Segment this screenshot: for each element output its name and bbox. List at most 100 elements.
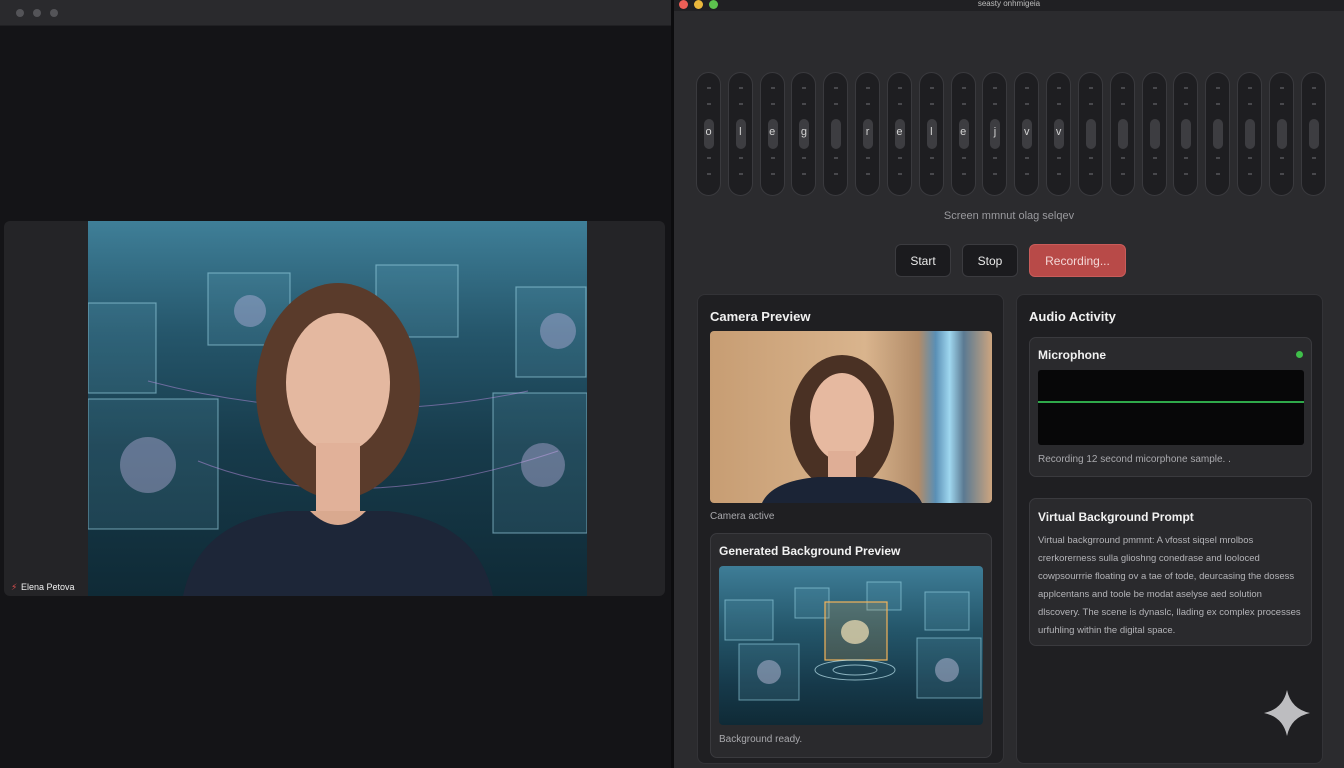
participant-name: Elena Petova	[21, 582, 75, 592]
window-minimize-control[interactable]	[33, 8, 41, 17]
slider-tick	[738, 157, 743, 159]
slider-tick	[1311, 103, 1316, 105]
slider-tick	[1088, 87, 1093, 89]
slider-tick	[993, 87, 998, 89]
slider-tick	[897, 173, 902, 175]
audio-activity-title: Audio Activity	[1029, 309, 1116, 324]
channel-slider[interactable]	[1141, 72, 1167, 196]
slider-tick	[707, 173, 711, 175]
waveform-line	[1038, 401, 1304, 403]
slider-knob[interactable]	[1117, 119, 1128, 149]
slider-tick	[738, 87, 743, 89]
slider-tick	[866, 157, 871, 159]
slider-tick	[834, 103, 839, 105]
slider-knob[interactable]	[1213, 119, 1224, 149]
slider-tick	[738, 173, 743, 175]
slider-tick	[993, 173, 998, 175]
slider-knob[interactable]	[1149, 119, 1160, 149]
window-close-control[interactable]	[16, 8, 24, 17]
channel-slider[interactable]: e	[759, 72, 785, 196]
slider-tick	[1088, 157, 1093, 159]
background-status-text: Background ready.	[719, 734, 803, 745]
slider-tick	[866, 173, 871, 175]
recording-button[interactable]: Recording...	[1029, 244, 1126, 277]
slider-tick	[770, 173, 775, 175]
channel-slider[interactable]	[1268, 72, 1294, 196]
slider-glyph: v	[1055, 126, 1062, 138]
virtual-background-image	[88, 264, 587, 596]
slider-tick	[1184, 157, 1189, 159]
channel-slider[interactable]: j	[982, 72, 1008, 196]
slider-tick	[929, 87, 934, 89]
slider-tick	[1279, 173, 1284, 175]
slider-glyph: j	[993, 126, 997, 138]
slider-tick	[1120, 173, 1125, 175]
slider-knob[interactable]	[831, 119, 842, 149]
channel-slider[interactable]: e	[886, 72, 912, 196]
prompt-text: Virtual backgrround pmmnt: A vfosst siqs…	[1038, 535, 1301, 636]
window-title: seasty onhmigeia	[977, 0, 1041, 8]
slider-tick	[961, 87, 966, 89]
slider-tick	[897, 103, 902, 105]
microphone-status-text: Recording 12 second micorphone sample. .	[1038, 454, 1231, 465]
slider-tick	[929, 173, 934, 175]
camera-status-text: Camera active	[710, 511, 775, 522]
channel-slider[interactable]: e	[950, 72, 976, 196]
slider-tick	[1248, 173, 1253, 175]
slider-tick	[1057, 173, 1062, 175]
window-zoom-control[interactable]	[50, 8, 58, 17]
slider-glyph: l	[930, 126, 933, 138]
background-render	[724, 581, 982, 701]
channel-slider[interactable]	[1237, 72, 1263, 196]
slider-tick	[770, 103, 775, 105]
start-button[interactable]: Start	[895, 244, 951, 277]
slider-glyph: l	[739, 126, 742, 138]
slider-tick	[1311, 173, 1316, 175]
slider-tick	[1152, 87, 1157, 89]
slider-knob[interactable]	[1181, 119, 1192, 149]
slider-tick	[897, 87, 902, 89]
channel-slider[interactable]	[1173, 72, 1199, 196]
right-titlebar: seasty onhmigeia	[674, 0, 1344, 11]
channel-slider[interactable]	[1205, 72, 1231, 196]
channel-slider[interactable]: l	[918, 72, 944, 196]
slider-knob[interactable]	[1085, 119, 1096, 149]
slider-knob[interactable]	[1308, 119, 1319, 149]
slider-tick	[707, 103, 711, 105]
slider-tick	[1184, 103, 1189, 105]
channel-slider[interactable]	[1109, 72, 1135, 196]
slider-tick	[1216, 87, 1221, 89]
microphone-card: Microphone Recording 12 second micorphon…	[1029, 337, 1312, 477]
slider-tick	[929, 103, 934, 105]
slider-tick	[1311, 87, 1316, 89]
channel-slider[interactable]: v	[1014, 72, 1040, 196]
recording-app-window: seasty onhmigeia o l e g r e l e j v v Screen mmnu…	[674, 0, 1344, 768]
microphone-title: Microphone	[1038, 348, 1106, 362]
channel-slider[interactable]	[1077, 72, 1103, 196]
screen-status-text: Screen mmnut olag selqev	[943, 210, 1075, 222]
channel-slider[interactable]: r	[855, 72, 881, 196]
channel-slider[interactable]	[823, 72, 849, 196]
slider-tick	[1057, 87, 1062, 89]
channel-slider[interactable]: o	[696, 72, 721, 196]
slider-tick	[834, 173, 839, 175]
slider-tick	[897, 157, 902, 159]
slider-glyph: v	[1024, 126, 1030, 138]
stop-button[interactable]: Stop	[962, 244, 1018, 277]
slider-tick	[1216, 157, 1221, 159]
slider-tick	[1152, 157, 1157, 159]
slider-tick	[770, 157, 775, 159]
slider-knob[interactable]	[1245, 119, 1256, 149]
camera-feed-image	[762, 355, 922, 503]
channel-slider[interactable]: l	[727, 72, 753, 196]
channel-slider[interactable]: g	[791, 72, 817, 196]
camera-preview-card: Camera Preview Camera active Generated B…	[697, 294, 1004, 764]
channel-slider[interactable]	[1300, 72, 1326, 196]
prompt-title: Virtual Background Prompt	[1038, 510, 1194, 524]
participant-video-tile[interactable]: ⚡ Elena Petova	[4, 221, 665, 596]
slider-tick	[1311, 157, 1316, 159]
camera-preview-title: Camera Preview	[710, 309, 811, 324]
participant-icon: ⚡	[11, 581, 18, 592]
channel-slider[interactable]: v	[1046, 72, 1072, 196]
slider-knob[interactable]	[1276, 119, 1287, 149]
